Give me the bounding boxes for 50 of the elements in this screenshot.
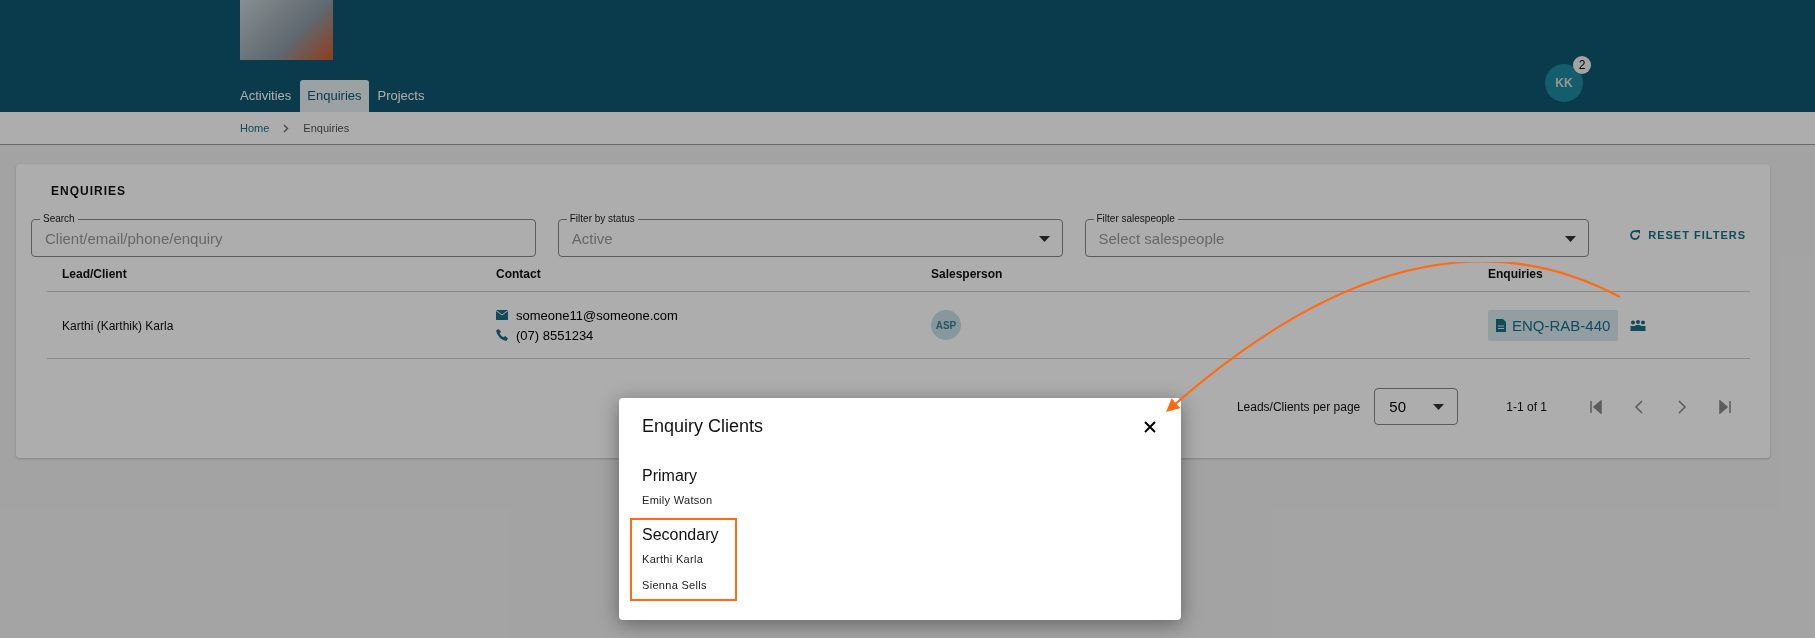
page-range: 1-1 of 1 [1506, 399, 1547, 414]
salesperson-avatar: ASP [931, 310, 961, 340]
column-header: Enquiries [1487, 267, 1544, 283]
email-text: someone11@someone.com [516, 307, 678, 323]
dropdown-caret-icon [1038, 235, 1050, 242]
client-name: Emily Watson [642, 494, 713, 506]
section-heading: Primary [642, 467, 698, 485]
close-icon [1144, 420, 1156, 433]
field-label: Search [42, 213, 76, 225]
client-name: Karthi Karla [642, 553, 704, 565]
phone-icon [496, 329, 508, 341]
dialog-title: Enquiry Clients [642, 416, 764, 437]
chevron-right-icon [283, 123, 290, 133]
field-value: Active [571, 230, 613, 247]
first-page-icon [1589, 399, 1603, 414]
reset-filters-button[interactable]: RESET FILTERS [1625, 225, 1750, 245]
breadcrumb-current: Enquiries [303, 122, 350, 134]
refresh-icon [1629, 229, 1642, 241]
column-header: Contact [495, 267, 542, 283]
dropdown-caret-icon [1433, 403, 1445, 410]
table-cell-text: Karthi (Karthik) Karla [61, 319, 174, 333]
people-icon[interactable] [1630, 319, 1647, 331]
per-page-select[interactable]: 50 [1374, 388, 1459, 425]
breadcrumb-link[interactable]: Home [240, 122, 270, 134]
close-button[interactable] [1142, 418, 1158, 435]
field-label: Filter by status [568, 213, 636, 225]
next-page-icon [1675, 399, 1689, 414]
document-icon [1496, 318, 1506, 332]
field-label: Filter salespeople [1095, 213, 1176, 225]
phone-text: (07) 8551234 [516, 327, 594, 343]
field-placeholder: Client/email/phone/enquiry [45, 230, 223, 247]
nav-tab[interactable]: Enquiries [300, 80, 369, 112]
card-title: ENQUIRIES [51, 184, 127, 198]
dropdown-caret-icon [1565, 235, 1577, 242]
last-page-icon [1718, 399, 1732, 414]
search-field[interactable]: Search Client/email/phone/enquiry [31, 213, 536, 257]
column-header: Lead/Client [61, 267, 128, 283]
select-field[interactable]: Filter salespeople Select salespeople [1084, 213, 1590, 257]
per-page-label: Leads/Clients per page [1236, 399, 1361, 414]
nav-tab[interactable]: Activities [233, 80, 299, 112]
select-field[interactable]: Filter by status Active [557, 213, 1063, 257]
column-header: Salesperson [930, 267, 1004, 283]
notification-badge: 2 [1573, 56, 1591, 74]
nav-tab[interactable]: Projects [370, 80, 432, 112]
envelope-icon [496, 309, 508, 321]
previous-page-icon [1632, 399, 1646, 414]
field-placeholder: Select salespeople [1098, 230, 1225, 247]
enquiry-chip[interactable]: ENQ-RAB-440 [1488, 309, 1619, 341]
client-name: Sienna Sells [642, 579, 707, 591]
section-heading: Secondary [642, 526, 719, 544]
